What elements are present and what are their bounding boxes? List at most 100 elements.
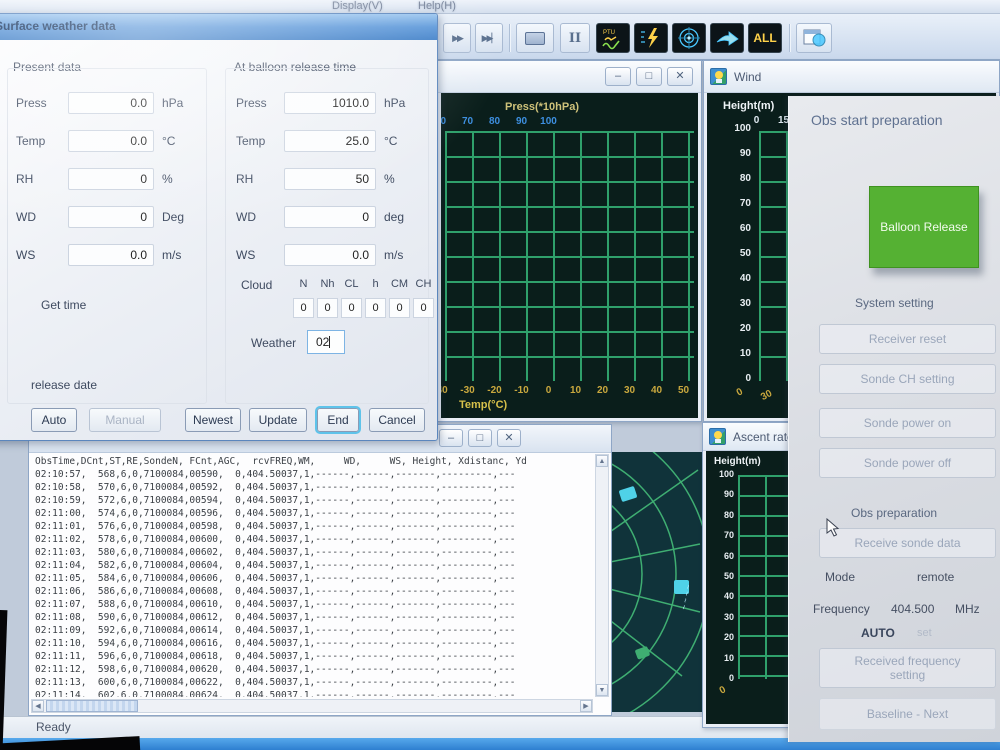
cloud-value-input[interactable]: 0 bbox=[341, 298, 362, 318]
field-input[interactable]: 0.0 bbox=[68, 92, 154, 114]
dialog-titlebar[interactable]: Surface weather data bbox=[0, 14, 437, 40]
all-icon[interactable]: ALL bbox=[748, 23, 782, 53]
axis-tick: 30 bbox=[616, 385, 643, 396]
log-row: 02:11:02, 578,6,0,7100084,00600, 0,404.5… bbox=[35, 533, 593, 546]
balloon-release-button[interactable]: Balloon Release bbox=[869, 186, 979, 268]
minimize-icon[interactable]: – bbox=[439, 429, 463, 447]
manual-button[interactable]: Manual bbox=[89, 408, 161, 432]
scroll-down-icon[interactable]: ▼ bbox=[596, 684, 608, 696]
skip-to-end-icon[interactable]: ▶▶▏ bbox=[475, 23, 503, 53]
field-input[interactable]: 0.0 bbox=[284, 244, 376, 266]
axis-tick: 50 bbox=[706, 571, 734, 591]
log-row: 02:11:13, 600,6,0,7100084,00622, 0,404.5… bbox=[35, 676, 593, 689]
temp-chart-grid bbox=[445, 131, 694, 381]
axis-tick: 10 bbox=[711, 348, 751, 373]
close-icon[interactable]: ✕ bbox=[667, 67, 693, 86]
axis-tick: -30 bbox=[454, 385, 481, 396]
field-input[interactable]: 0 bbox=[284, 206, 376, 228]
cloud-value-input[interactable]: 0 bbox=[293, 298, 314, 318]
horizontal-scrollbar[interactable]: ◀ ▶ bbox=[31, 699, 593, 713]
cloud-value-input[interactable]: 0 bbox=[389, 298, 410, 318]
sonde-ch-setting-button[interactable]: Sonde CH setting bbox=[819, 364, 996, 394]
menu-display[interactable]: Display(V) bbox=[332, 0, 383, 12]
cloud-value-input[interactable]: 0 bbox=[317, 298, 338, 318]
field-unit: °C bbox=[384, 134, 397, 148]
scroll-left-icon[interactable]: ◀ bbox=[32, 700, 44, 712]
cloud-value-input[interactable]: 0 bbox=[413, 298, 434, 318]
receive-sonde-data-button[interactable]: Receive sonde data bbox=[819, 528, 996, 558]
maximize-icon[interactable]: □ bbox=[636, 67, 662, 86]
menu-help[interactable]: Help(H) bbox=[418, 0, 456, 12]
radar-target-icon[interactable] bbox=[672, 23, 706, 53]
auto-button[interactable]: Auto bbox=[31, 408, 77, 432]
receiver-reset-button[interactable]: Receiver reset bbox=[819, 324, 996, 354]
sonde-power-off-button[interactable]: Sonde power off bbox=[819, 448, 996, 478]
wind-y-ticks: 1009080706050403020100 bbox=[711, 123, 751, 398]
axis-tick: 100 bbox=[711, 123, 751, 148]
auto-label: AUTO bbox=[861, 626, 895, 640]
field-input[interactable]: 50 bbox=[284, 168, 376, 190]
scroll-up-icon[interactable]: ▲ bbox=[596, 455, 608, 467]
log-row: 02:11:06, 586,6,0,7100084,00608, 0,404.5… bbox=[35, 585, 593, 598]
received-frequency-setting-button[interactable]: Received frequency setting bbox=[819, 648, 996, 688]
field-row: RH 0 % bbox=[16, 160, 184, 198]
scroll-right-icon[interactable]: ▶ bbox=[580, 700, 592, 712]
field-input[interactable]: 25.0 bbox=[284, 130, 376, 152]
cloud-value-input[interactable]: 0 bbox=[365, 298, 386, 318]
all-icon-label: ALL bbox=[753, 31, 776, 45]
field-label: WD bbox=[16, 210, 68, 224]
press-axis-ticks: 60708090100 bbox=[441, 116, 562, 127]
axis-tick: 100 bbox=[706, 469, 734, 489]
update-button[interactable]: Update bbox=[249, 408, 307, 432]
field-input[interactable]: 0.0 bbox=[68, 244, 154, 266]
axis-tick: 70 bbox=[711, 198, 751, 223]
axis-tick: 60 bbox=[706, 551, 734, 571]
axis-tick: 90 bbox=[508, 116, 535, 127]
scrollbar-thumb[interactable] bbox=[46, 700, 138, 712]
field-input[interactable]: 1010.0 bbox=[284, 92, 376, 114]
release-fields: Press 1010.0 hPa Temp 25.0 °C RH 50 % bbox=[236, 84, 405, 274]
field-input[interactable]: 0 bbox=[68, 206, 154, 228]
field-row: Temp 25.0 °C bbox=[236, 122, 405, 160]
axis-tick: -40 bbox=[441, 385, 454, 396]
window-switch-icon[interactable] bbox=[796, 23, 832, 53]
wind-titlebar[interactable]: Wind bbox=[704, 61, 999, 93]
field-input[interactable]: 0 bbox=[68, 168, 154, 190]
frequency-value: 404.500 bbox=[891, 602, 934, 616]
axis-tick: 80 bbox=[711, 173, 751, 198]
minimize-icon[interactable]: – bbox=[605, 67, 631, 86]
log-text[interactable]: ObsTime,DCnt,ST,RE,SondeN, FCnt,AGC, rcv… bbox=[35, 455, 593, 697]
log-row: 02:11:01, 576,6,0,7100084,00598, 0,404.5… bbox=[35, 520, 593, 533]
temp-chart-titlebar[interactable]: – □ ✕ bbox=[438, 61, 701, 93]
fast-forward-icon[interactable]: ▶▶ bbox=[443, 23, 471, 53]
balloon-icon bbox=[709, 428, 726, 445]
sonde-power-on-button[interactable]: Sonde power on bbox=[819, 408, 996, 438]
field-unit: m/s bbox=[162, 248, 181, 262]
axis-tick: 20 bbox=[589, 385, 616, 396]
monitor-icon[interactable] bbox=[516, 23, 554, 53]
newest-button[interactable]: Newest bbox=[185, 408, 241, 432]
field-input[interactable]: 0.0 bbox=[68, 130, 154, 152]
field-unit: hPa bbox=[384, 96, 405, 110]
weather-input[interactable]: 02 bbox=[307, 330, 345, 354]
axis-tick: 60 bbox=[711, 223, 751, 248]
column-icon[interactable]: II bbox=[560, 23, 590, 53]
arrow-right-icon[interactable] bbox=[710, 23, 744, 53]
axis-tick: 90 bbox=[711, 148, 751, 173]
svg-text:PTU: PTU bbox=[603, 30, 615, 36]
close-icon[interactable]: ✕ bbox=[497, 429, 521, 447]
cancel-button[interactable]: Cancel bbox=[369, 408, 425, 432]
ptu-waves-icon[interactable]: PTU bbox=[596, 23, 630, 53]
axis-tick: 40 bbox=[706, 591, 734, 611]
axis-tick: 20 bbox=[706, 632, 734, 652]
baseline-next-button[interactable]: Baseline - Next bbox=[819, 698, 996, 730]
maximize-icon[interactable]: □ bbox=[468, 429, 492, 447]
log-row: 02:11:10, 594,6,0,7100084,00616, 0,404.5… bbox=[35, 637, 593, 650]
field-unit: °C bbox=[162, 134, 175, 148]
vertical-scrollbar[interactable]: ▲ ▼ bbox=[595, 454, 609, 697]
cloud-column-label: CL bbox=[341, 278, 362, 290]
end-button[interactable]: End bbox=[317, 408, 359, 432]
lightning-icon[interactable] bbox=[634, 23, 668, 53]
axis-tick: 40 bbox=[643, 385, 670, 396]
obs-start-panel: Obs start preparation Balloon Release Sy… bbox=[788, 96, 1000, 742]
